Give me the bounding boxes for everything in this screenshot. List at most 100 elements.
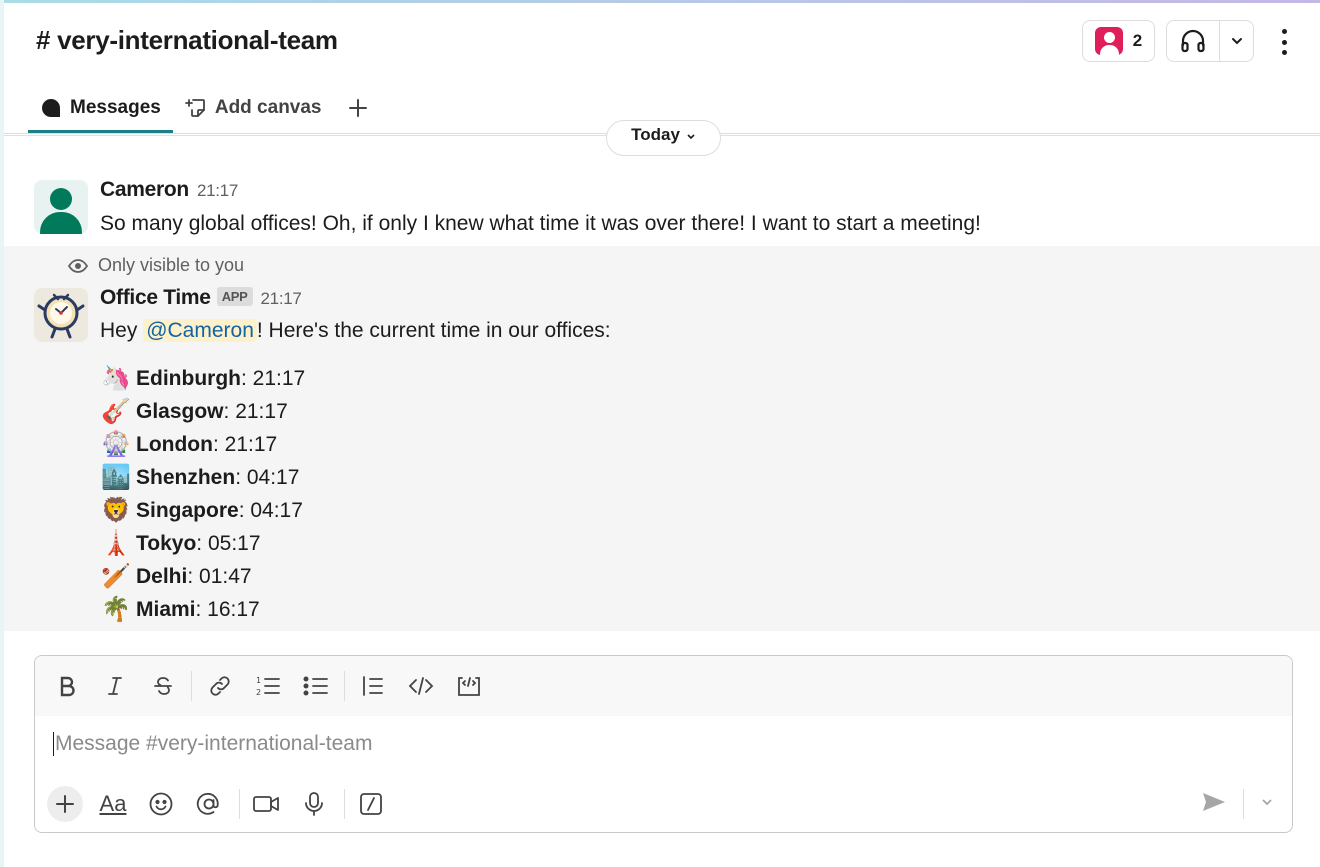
emoji-button[interactable] xyxy=(143,786,179,822)
user-mention[interactable]: @Cameron xyxy=(143,319,257,342)
city-time: : 21:17 xyxy=(223,399,288,423)
huddle-options-button[interactable] xyxy=(1220,21,1253,61)
member-count: 2 xyxy=(1132,31,1143,50)
user-avatar[interactable] xyxy=(34,180,88,234)
author-name[interactable]: Cameron xyxy=(100,178,189,201)
chevron-down-icon xyxy=(687,134,695,140)
schedule-send-button[interactable] xyxy=(1260,795,1274,814)
send-icon xyxy=(1203,792,1225,811)
code-button[interactable] xyxy=(401,666,441,706)
list-item: 🦄 Edinburgh: 21:17 xyxy=(100,362,305,395)
timestamp[interactable]: 21:17 xyxy=(261,289,302,308)
channel-tabs: Messages Add canvas xyxy=(28,83,382,133)
italic-button[interactable] xyxy=(95,666,135,706)
message[interactable]: Only visible to you Office Time APP 21:17 … xyxy=(4,246,1320,631)
huddle-button[interactable] xyxy=(1167,21,1220,61)
city-time: : 21:17 xyxy=(212,432,278,456)
list-item: 🌴 Miami: 16:17 xyxy=(100,593,305,626)
send-button[interactable] xyxy=(1201,790,1227,819)
city-time: : 04:17 xyxy=(235,465,300,489)
formatting-toggle-button[interactable]: Aa xyxy=(95,786,131,822)
italic-icon xyxy=(108,677,122,695)
members-button[interactable]: 2 xyxy=(1082,20,1155,62)
message-text: Hey @Cameron! Here's the current time in… xyxy=(100,319,611,343)
tab-messages[interactable]: Messages xyxy=(28,83,173,133)
message-text-before: Hey xyxy=(100,319,144,342)
blockquote-button[interactable] xyxy=(353,666,393,706)
list-item: 🏏 Delhi: 01:47 xyxy=(100,560,305,593)
more-options-button[interactable] xyxy=(1274,27,1294,57)
city-name: Tokyo xyxy=(136,531,197,555)
strikethrough-icon xyxy=(154,677,172,695)
attach-button[interactable] xyxy=(47,786,83,822)
eye-icon xyxy=(68,258,88,273)
city-time: : 01:47 xyxy=(187,564,252,588)
toolbar-divider xyxy=(344,789,345,819)
bulleted-list-button[interactable] xyxy=(296,666,336,706)
formatting-toolbar: 12 xyxy=(35,656,1292,716)
city-time: : 04:17 xyxy=(238,498,303,522)
city-time: : 21:17 xyxy=(240,366,306,390)
audio-clip-button[interactable] xyxy=(296,786,332,822)
microphone-icon xyxy=(305,792,323,816)
blockquote-icon xyxy=(363,676,383,696)
message[interactable]: Cameron 21:17 So many global offices! Oh,… xyxy=(4,168,1320,246)
channel-header: # very-international-team 2 Messages Add… xyxy=(4,3,1320,134)
svg-text:1: 1 xyxy=(256,676,261,685)
link-button[interactable] xyxy=(200,666,240,706)
plus-icon xyxy=(56,795,74,813)
bold-button[interactable] xyxy=(47,666,87,706)
city-name: London xyxy=(136,432,213,456)
shortcuts-button[interactable] xyxy=(353,786,389,822)
ordered-list-button[interactable]: 12 xyxy=(248,666,288,706)
city-name: Edinburgh xyxy=(136,366,241,390)
date-divider-button[interactable]: Today xyxy=(606,120,721,156)
cityscape-icon: 🏙️ xyxy=(101,464,131,491)
list-item: 🗼 Tokyo: 05:17 xyxy=(100,527,305,560)
city-name: Shenzhen xyxy=(136,465,236,489)
unicorn-icon: 🦄 xyxy=(101,365,131,392)
city-time: : 16:17 xyxy=(195,597,260,621)
message-header: Office Time APP 21:17 xyxy=(100,286,302,310)
ephemeral-note: Only visible to you xyxy=(68,255,244,276)
svg-text:2: 2 xyxy=(256,688,261,697)
chevron-down-icon xyxy=(1262,798,1272,805)
link-icon xyxy=(210,676,230,696)
message-composer: 12 Message #very-international-team Aa xyxy=(34,655,1293,833)
city-name: Singapore xyxy=(136,498,239,522)
palm-tree-icon: 🌴 xyxy=(101,596,131,623)
slash-command-icon xyxy=(360,793,382,815)
video-camera-icon xyxy=(253,796,279,812)
message-input-placeholder: Message #very-international-team xyxy=(55,732,373,755)
toolbar-divider xyxy=(191,671,192,701)
clock-mascot-icon xyxy=(37,293,85,339)
canvas-add-icon xyxy=(184,99,205,117)
ordered-list-icon: 12 xyxy=(256,676,280,697)
tab-add-canvas-label: Add canvas xyxy=(214,97,322,118)
date-divider-label: Today xyxy=(631,125,680,144)
message-header: Cameron 21:17 xyxy=(100,178,238,202)
list-item: 🦁 Singapore: 04:17 xyxy=(100,494,305,527)
add-tab-button[interactable] xyxy=(334,83,382,133)
tab-add-canvas[interactable]: Add canvas xyxy=(173,83,334,133)
app-badge: APP xyxy=(216,287,253,306)
city-name: Glasgow xyxy=(136,399,224,423)
code-block-button[interactable] xyxy=(449,666,489,706)
mention-button[interactable] xyxy=(191,786,227,822)
ferris-wheel-icon: 🎡 xyxy=(101,431,131,458)
code-block-icon xyxy=(458,677,480,696)
toolbar-divider xyxy=(344,671,345,701)
author-name[interactable]: Office Time xyxy=(100,286,211,309)
chevron-down-icon xyxy=(1231,38,1242,45)
message-text: So many global offices! Oh, if only I kn… xyxy=(100,212,981,235)
video-clip-button[interactable] xyxy=(248,786,284,822)
timestamp[interactable]: 21:17 xyxy=(197,181,238,200)
tab-messages-label: Messages xyxy=(70,97,161,118)
app-avatar[interactable] xyxy=(34,288,88,342)
bulleted-list-icon xyxy=(303,676,328,696)
strikethrough-button[interactable] xyxy=(143,666,183,706)
channel-title[interactable]: # very-international-team xyxy=(36,25,338,56)
message-input[interactable]: Message #very-international-team xyxy=(53,732,373,757)
message-text-after: ! Here's the current time in our offices… xyxy=(256,319,611,342)
cricket-icon: 🏏 xyxy=(101,563,131,590)
